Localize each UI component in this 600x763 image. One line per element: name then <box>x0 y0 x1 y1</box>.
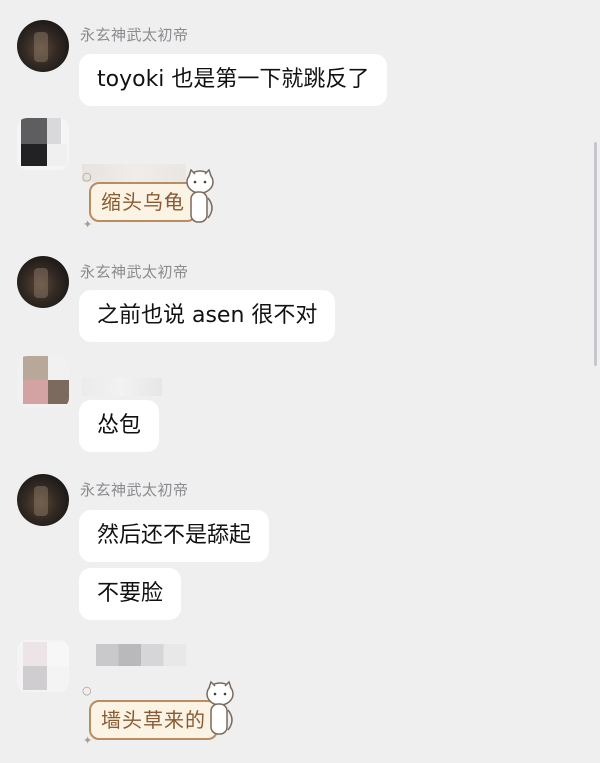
avatar[interactable] <box>17 256 69 308</box>
sticker-label: 墙头草来的 <box>89 700 218 740</box>
sticker[interactable]: ○ ✦ 墙头草来的 <box>82 680 252 750</box>
avatar[interactable] <box>17 20 69 72</box>
sparkle-icon: ○ <box>82 684 92 697</box>
avatar[interactable] <box>17 118 69 170</box>
sender-name <box>82 378 162 396</box>
message-bubble[interactable]: 然后还不是舔起 <box>79 510 270 562</box>
message-bubble[interactable]: 怂包 <box>79 400 160 452</box>
message-text: 不要脸 <box>97 581 164 606</box>
avatar[interactable] <box>17 356 69 408</box>
message-text: toyoki 也是第一下就跳反了 <box>97 67 370 92</box>
sticker-text: 墙头草来的 <box>101 708 206 732</box>
sender-name: 永玄神武太初帝 <box>80 263 189 281</box>
sender-name: 永玄神武太初帝 <box>80 481 189 499</box>
sticker-text: 缩头乌龟 <box>101 190 185 214</box>
cat-sticker-icon <box>186 168 214 223</box>
message-bubble[interactable]: 不要脸 <box>79 568 182 620</box>
sparkle-icon: ○ <box>82 170 92 183</box>
message-bubble[interactable]: 之前也说 asen 很不对 <box>79 290 336 342</box>
sender-name: 永玄神武太初帝 <box>80 26 189 44</box>
scrollbar[interactable] <box>594 142 597 366</box>
chat-view: 永玄神武太初帝 toyoki 也是第一下就跳反了 ○ ✦ 缩头乌龟 永玄神武太初… <box>0 0 600 763</box>
sticker[interactable]: ○ ✦ 缩头乌龟 <box>82 168 222 231</box>
message-text: 然后还不是舔起 <box>97 523 252 548</box>
sticker-label: 缩头乌龟 <box>89 182 197 222</box>
message-text: 之前也说 asen 很不对 <box>97 303 318 328</box>
avatar[interactable] <box>17 640 69 692</box>
avatar[interactable] <box>17 474 69 526</box>
cat-sticker-icon <box>206 680 234 735</box>
message-text: 怂包 <box>97 413 142 438</box>
sender-name <box>96 644 186 666</box>
sparkle-icon: ✦ <box>83 218 93 231</box>
message-bubble[interactable]: toyoki 也是第一下就跳反了 <box>79 54 388 106</box>
